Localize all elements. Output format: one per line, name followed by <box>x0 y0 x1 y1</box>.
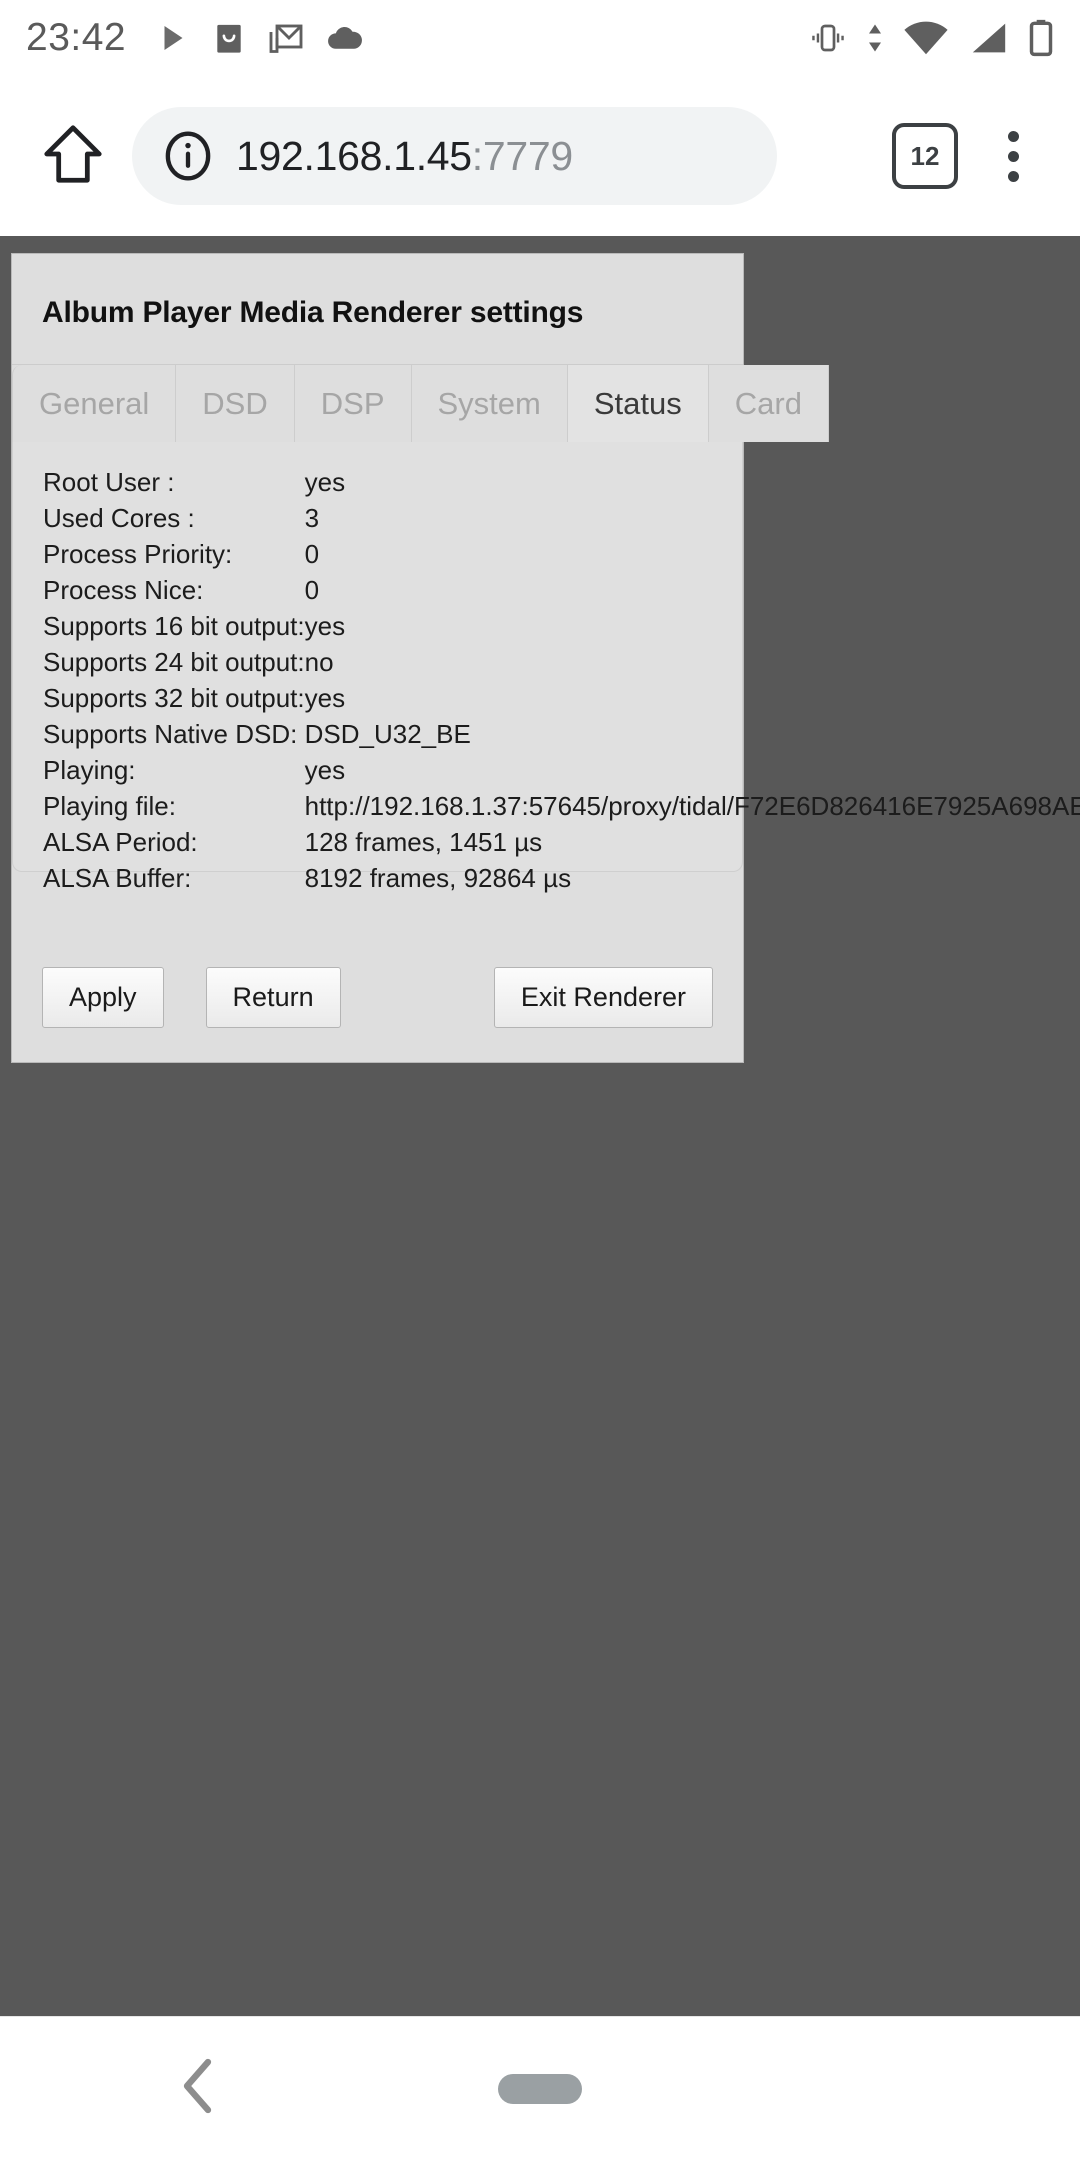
android-status-bar: 23:42 <box>0 0 1080 76</box>
row-label: Root User : <box>43 467 175 497</box>
row-label: Supports 16 bit output: <box>43 611 305 641</box>
shopping-bag-icon <box>211 19 247 57</box>
table-row: Process Priority: 0 <box>13 536 1080 572</box>
system-status-icons <box>808 19 1054 57</box>
home-button[interactable] <box>30 123 116 190</box>
vibrate-icon <box>808 20 848 56</box>
row-label: Supports 24 bit output: <box>43 647 305 677</box>
battery-icon <box>1028 19 1054 57</box>
table-row: Process Nice: 0 <box>13 572 1080 608</box>
row-value: 0 <box>304 539 320 569</box>
tab-system[interactable]: System <box>411 365 568 442</box>
dialog-title: Album Player Media Renderer settings <box>42 296 584 329</box>
row-value: 0 <box>304 575 320 605</box>
wifi-icon <box>902 20 950 56</box>
tab-dsd[interactable]: DSD <box>176 365 295 442</box>
row-label: Playing: <box>43 755 136 785</box>
menu-dot <box>1007 150 1019 162</box>
row-label: Supports Native DSD: <box>43 719 298 749</box>
url-bar[interactable]: 192.168.1.45:7779 <box>132 107 777 205</box>
cloud-icon <box>325 23 365 53</box>
browser-toolbar: 192.168.1.45:7779 12 <box>0 76 1080 236</box>
row-label: Process Priority: <box>43 539 233 569</box>
tab-label: DSD <box>202 385 268 421</box>
gmail-icon <box>268 20 304 56</box>
url-display[interactable]: 192.168.1.45:7779 <box>236 133 573 180</box>
tab-switcher-button[interactable]: 12 <box>892 123 958 189</box>
tab-label: Status <box>593 385 682 421</box>
settings-tabstrip: General DSD DSP System Status Card <box>12 364 829 442</box>
row-value: 128 frames, 1451 µs <box>304 827 543 857</box>
back-button[interactable] <box>178 2056 220 2121</box>
home-pill-icon[interactable] <box>498 2073 582 2104</box>
page-info-icon[interactable] <box>162 130 214 182</box>
table-row: Supports Native DSD: DSD_U32_BE <box>13 716 1080 752</box>
row-value: yes <box>304 467 346 497</box>
tab-card[interactable]: Card <box>708 365 829 442</box>
tab-status[interactable]: Status <box>567 365 709 442</box>
row-label: Playing file: <box>43 791 176 821</box>
cell-signal-icon <box>967 20 1011 56</box>
notification-icons <box>154 19 365 57</box>
row-value: yes <box>304 611 346 641</box>
row-value: no <box>304 647 334 677</box>
table-row: Playing: yes <box>13 752 1080 788</box>
web-page-viewport: Album Player Media Renderer settings Gen… <box>0 236 1080 2016</box>
row-value: yes <box>304 755 346 785</box>
row-label: Process Nice: <box>43 575 204 605</box>
play-icon <box>154 20 190 56</box>
tab-label: System <box>437 385 541 421</box>
tab-dsp[interactable]: DSP <box>294 365 412 442</box>
overflow-menu-icon[interactable] <box>976 130 1050 182</box>
status-panel: Root User : yes Used Cores : 3 Process P… <box>12 442 1080 891</box>
row-label: ALSA Period: <box>43 827 198 857</box>
status-clock: 23:42 <box>26 16 127 59</box>
renderer-settings-dialog: Album Player Media Renderer settings Gen… <box>11 253 1080 1063</box>
data-transfer-icon <box>865 20 885 56</box>
table-row: Used Cores : 3 <box>13 500 1080 536</box>
table-row: Root User : yes <box>13 464 1080 500</box>
url-host: 192.168.1.45 <box>236 132 472 179</box>
table-row: Playing file: http://192.168.1.37:57645/… <box>13 788 1080 824</box>
menu-dot <box>1007 170 1019 182</box>
table-row: ALSA Period: 128 frames, 1451 µs <box>13 824 1080 860</box>
tab-label: DSP <box>320 385 385 421</box>
row-label: Supports 32 bit output: <box>43 683 305 713</box>
row-label: ALSA Buffer: <box>43 863 192 893</box>
return-button[interactable]: Return <box>205 967 341 1028</box>
back-chevron-icon <box>178 2056 220 2121</box>
dialog-footer: Apply Return Exit Renderer <box>12 967 743 1062</box>
tab-count-label: 12 <box>910 140 940 171</box>
table-row: Supports 16 bit output: yes <box>13 608 1080 644</box>
android-nav-bar <box>0 2016 1080 2160</box>
tab-label: Card <box>734 385 802 421</box>
row-label: Used Cores : <box>43 503 195 533</box>
url-port: :7779 <box>471 132 573 179</box>
phone-screen: 23:42 192.168.1.45:7779 12 Album Player … <box>0 0 1080 2160</box>
row-value: 8192 frames, 92864 µs <box>304 863 572 893</box>
status-table: Root User : yes Used Cores : 3 Process P… <box>13 464 1080 896</box>
table-row: Supports 24 bit output: no <box>13 644 1080 680</box>
table-row: Supports 32 bit output: yes <box>13 680 1080 716</box>
home-icon <box>42 123 104 190</box>
table-row: ALSA Buffer: 8192 frames, 92864 µs <box>13 860 1080 896</box>
tab-general[interactable]: General <box>12 365 177 442</box>
apply-button[interactable]: Apply <box>42 967 164 1028</box>
row-value: 3 <box>304 503 320 533</box>
row-value: yes <box>304 683 346 713</box>
row-value-playing-file: http://192.168.1.37:57645/proxy/tidal/F7… <box>304 791 1080 821</box>
tab-label: General <box>39 385 150 421</box>
exit-renderer-button[interactable]: Exit Renderer <box>493 967 713 1028</box>
row-value: DSD_U32_BE <box>304 719 471 749</box>
menu-dot <box>1007 130 1019 142</box>
